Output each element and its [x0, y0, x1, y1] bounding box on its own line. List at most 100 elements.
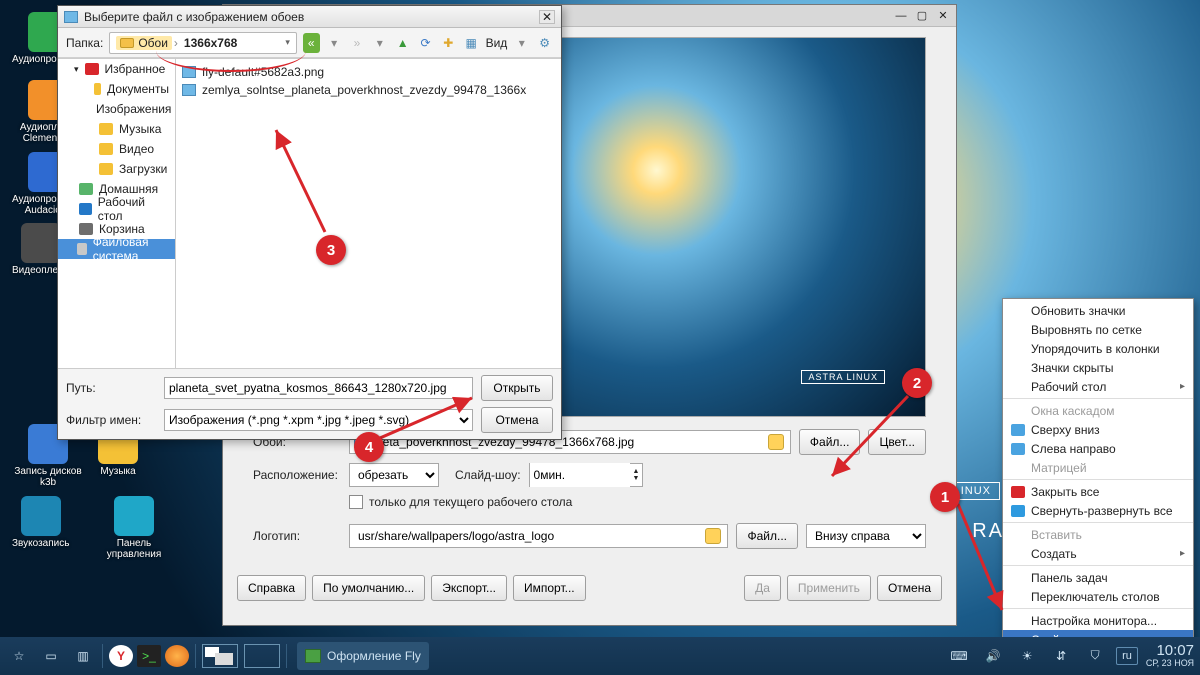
annotation-badge-3: 3 — [316, 235, 346, 265]
file-item[interactable]: zemlya_solntse_planeta_poverkhnost_zvezd… — [180, 81, 557, 99]
context-menu-item[interactable]: Настройка монитора... — [1003, 611, 1193, 630]
usb-icon[interactable]: ⇵ — [1048, 643, 1074, 669]
context-menu-item[interactable]: Рабочий стол ▸ — [1003, 377, 1193, 396]
file-item[interactable]: fly-default#5682a3.png — [180, 63, 557, 81]
start-menu-icon[interactable]: ☆ — [6, 643, 32, 669]
volume-icon[interactable]: 🔊 — [980, 643, 1006, 669]
maximize-button[interactable]: ▢ — [913, 9, 931, 23]
default-button[interactable]: По умолчанию... — [312, 575, 425, 601]
workspace-2[interactable] — [244, 644, 280, 668]
menu-item-icon — [1011, 424, 1025, 436]
chooser-cancel-button[interactable]: Отмена — [481, 407, 553, 433]
view-label: Вид — [486, 36, 508, 50]
spin-down-icon[interactable]: ▼ — [633, 475, 640, 482]
taskbar-clock[interactable]: 10:07 СР, 23 НОЯ — [1146, 643, 1194, 669]
open-button[interactable]: Открыть — [481, 375, 553, 401]
cancel-button[interactable]: Отмена — [877, 575, 942, 601]
spin-up-icon[interactable]: ▲ — [633, 468, 640, 475]
chevron-down-icon[interactable]: ▾ — [513, 33, 530, 53]
view-mode-icon[interactable]: ▦ — [463, 33, 480, 53]
file-manager-icon[interactable]: ▥ — [70, 643, 96, 669]
desktop-icon-label: Звукозапись — [12, 538, 69, 549]
ok-button[interactable]: Да — [744, 575, 781, 601]
places-label: Избранное — [105, 62, 166, 76]
folder-icon — [77, 243, 87, 255]
places-label: Домашняя — [99, 182, 158, 196]
apply-button[interactable]: Применить — [787, 575, 871, 601]
context-menu-item[interactable]: Панель задач — [1003, 568, 1193, 587]
path-input[interactable] — [164, 377, 473, 399]
context-menu-item[interactable]: Выровнять по сетке — [1003, 320, 1193, 339]
folder-icon — [99, 163, 113, 175]
submenu-arrow-icon: ▸ — [1180, 548, 1185, 559]
workspace-1[interactable] — [202, 644, 238, 668]
context-menu-item: Вставить — [1003, 525, 1193, 544]
places-item[interactable]: Документы — [58, 79, 175, 99]
close-icon[interactable]: ✕ — [539, 10, 555, 24]
context-menu-item[interactable]: Обновить значки — [1003, 301, 1193, 320]
checkbox-icon — [349, 495, 363, 509]
terminal-icon[interactable]: >_ — [137, 645, 161, 667]
clear-icon[interactable] — [768, 434, 784, 450]
context-menu-item[interactable]: Сверху вниз — [1003, 420, 1193, 439]
context-menu-item[interactable]: Значки скрыты — [1003, 358, 1193, 377]
brightness-icon[interactable]: ☀ — [1014, 643, 1040, 669]
context-menu-item[interactable]: Закрыть все — [1003, 482, 1193, 501]
current-desktop-checkbox[interactable]: только для текущего рабочего стола — [349, 495, 572, 509]
network-icon[interactable]: ⛉ — [1082, 643, 1108, 669]
context-menu-item[interactable]: Слева направо — [1003, 439, 1193, 458]
context-menu-item[interactable]: Упорядочить в колонки — [1003, 339, 1193, 358]
places-item[interactable]: Музыка — [58, 119, 175, 139]
minimize-button[interactable]: — — [892, 9, 910, 23]
language-indicator[interactable]: ru — [1116, 647, 1138, 665]
places-item[interactable]: Рабочий стол — [58, 199, 175, 219]
close-button[interactable]: ✕ — [934, 9, 952, 23]
show-desktop-icon[interactable]: ▭ — [38, 643, 64, 669]
context-menu-item[interactable]: Свернуть-развернуть все — [1003, 501, 1193, 520]
desktop-icon[interactable]: Панель управления — [98, 496, 170, 560]
places-item[interactable]: Изображения — [58, 99, 175, 119]
clear-icon[interactable] — [705, 528, 721, 544]
places-label: Изображения — [96, 102, 171, 116]
settings-icon[interactable]: ⚙ — [536, 33, 553, 53]
places-label: Загрузки — [119, 162, 167, 176]
menu-item-icon — [1011, 443, 1025, 455]
places-item[interactable]: ▾ Избранное — [58, 59, 175, 79]
layout-select[interactable]: обрезать — [349, 463, 439, 487]
folder-icon — [64, 11, 78, 23]
menu-item-label: Панель задач — [1031, 571, 1108, 585]
nav-back-icon[interactable]: « — [303, 33, 320, 53]
menu-item-label: Значки скрыты — [1031, 361, 1114, 375]
browser-icon[interactable]: Y — [109, 645, 133, 667]
file-button[interactable]: Файл... — [799, 429, 861, 455]
places-item[interactable]: Загрузки — [58, 159, 175, 179]
places-label: Документы — [107, 82, 169, 96]
logo-path-input[interactable] — [354, 526, 703, 546]
chevron-down-icon[interactable]: ▾ — [371, 33, 388, 53]
menu-item-label: Переключатель столов — [1031, 590, 1160, 604]
logo-file-button[interactable]: Файл... — [736, 523, 798, 549]
context-menu-item[interactable]: Переключатель столов — [1003, 587, 1193, 606]
export-button[interactable]: Экспорт... — [431, 575, 507, 601]
keyboard-icon[interactable]: ⌨ — [946, 643, 972, 669]
help-button[interactable]: Справка — [237, 575, 306, 601]
places-item[interactable]: Видео — [58, 139, 175, 159]
firefox-icon[interactable] — [165, 645, 189, 667]
import-button[interactable]: Импорт... — [513, 575, 586, 601]
nav-forward-icon: » — [349, 33, 366, 53]
refresh-icon[interactable]: ⟳ — [417, 33, 434, 53]
breadcrumb[interactable]: Обои › 1366x768 ▾ — [109, 32, 297, 54]
color-button[interactable]: Цвет... — [868, 429, 926, 455]
taskbar-task[interactable]: Оформление Fly — [297, 642, 429, 670]
chooser-body: ▾ Избранное Документы Изображения Музыка… — [58, 58, 561, 368]
desktop-icon[interactable]: Звукозапись — [12, 496, 69, 549]
context-menu-item[interactable]: Создать ▸ — [1003, 544, 1193, 563]
chevron-down-icon[interactable]: ▾ — [326, 33, 343, 53]
slideshow-input[interactable] — [530, 463, 630, 487]
up-icon[interactable]: ▲ — [394, 33, 411, 53]
task-label: Оформление Fly — [327, 649, 421, 663]
places-item[interactable]: Файловая система — [58, 239, 175, 259]
new-folder-icon[interactable]: ✚ — [440, 33, 457, 53]
logo-position-select[interactable]: Внизу справа — [806, 524, 926, 548]
filter-select[interactable]: Изображения (*.png *.xpm *.jpg *.jpeg *.… — [164, 409, 473, 431]
